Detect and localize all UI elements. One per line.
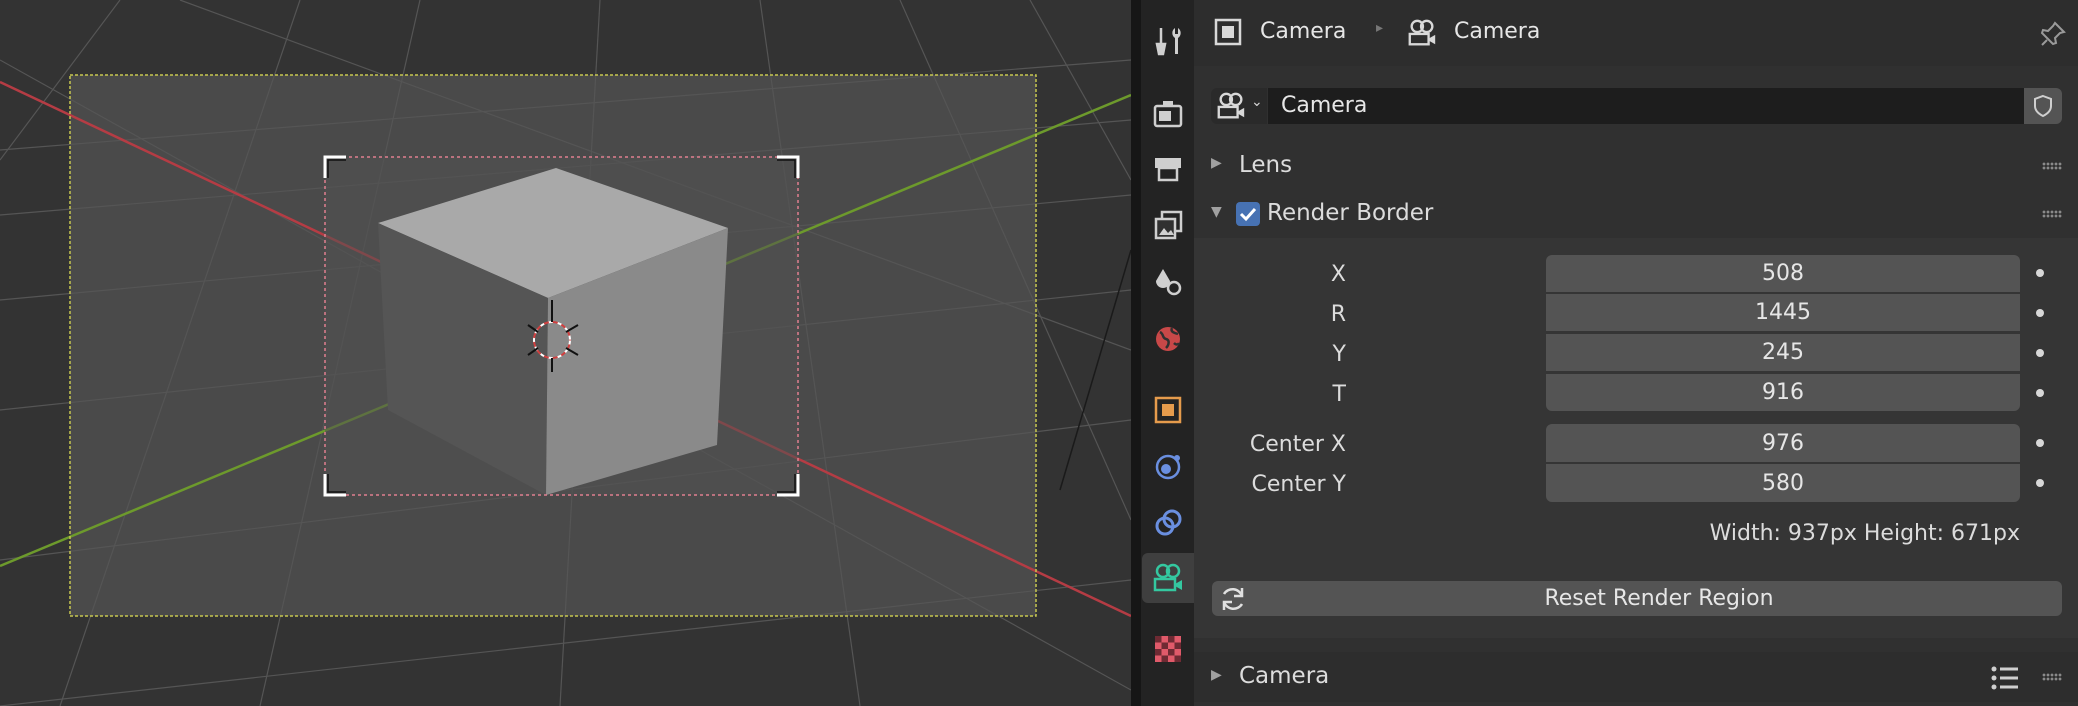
camera-data-icon <box>1217 92 1245 119</box>
camera-name-field[interactable]: Camera <box>1268 88 2024 124</box>
world-icon <box>1156 327 1181 351</box>
camera-panel-label: Camera <box>1239 663 1330 689</box>
keyframe-dot-icon[interactable] <box>2036 309 2044 317</box>
physics-icon <box>1155 454 1181 480</box>
field-label-r: R <box>1330 302 1346 327</box>
3d-viewport[interactable] <box>0 0 1131 706</box>
scene-tab[interactable] <box>1142 257 1194 307</box>
keyframe-dot-icon[interactable] <box>2036 269 2044 277</box>
border-r-field[interactable]: 1445 <box>1546 294 2020 331</box>
keyframe-dot-icon[interactable] <box>2036 389 2044 397</box>
border-t-field[interactable]: 916 <box>1546 374 2020 411</box>
tool-icon <box>1155 28 1181 56</box>
field-label-center-y: Center Y <box>1251 472 1346 497</box>
field-label-center-x: Center X <box>1249 432 1346 457</box>
viewport-scene <box>0 0 1131 706</box>
drag-handle-icon[interactable] <box>2042 210 2062 218</box>
expand-arrow-icon: ▶ <box>1211 667 1222 683</box>
texture-tab[interactable] <box>1142 624 1194 674</box>
scene-icon <box>1156 269 1182 296</box>
field-label-t: T <box>1332 382 1346 407</box>
breadcrumb-separator-icon: ▸ <box>1376 20 1384 36</box>
render-icon <box>1153 101 1183 128</box>
texture-icon <box>1155 636 1181 662</box>
drag-handle-icon[interactable] <box>2042 673 2062 681</box>
view-layer-icon <box>1154 210 1183 240</box>
reset-region-icon-cell[interactable] <box>1212 581 1256 616</box>
lens-panel-header[interactable]: ▶ Lens <box>1194 144 2078 188</box>
keyframe-dot-icon[interactable] <box>2036 479 2044 487</box>
reset-render-region-button[interactable]: Reset Render Region <box>1256 581 2062 616</box>
breadcrumb-data-name: Camera <box>1454 19 1541 44</box>
checkmark-icon <box>1239 207 1257 222</box>
camera-data-icon <box>1408 19 1436 46</box>
camera-name-value: Camera <box>1281 93 1368 118</box>
camera-panel-header[interactable]: ▶ Camera <box>1194 652 2078 702</box>
output-tab[interactable] <box>1142 143 1194 193</box>
render-border-checkbox[interactable] <box>1236 202 1260 226</box>
object-tab[interactable] <box>1142 385 1194 435</box>
camera-data-icon <box>1153 563 1182 592</box>
center-y-field[interactable]: 580 <box>1546 464 2020 502</box>
properties-header: Camera ▸ Camera <box>1194 0 2078 66</box>
center-x-field[interactable]: 976 <box>1546 424 2020 462</box>
world-tab[interactable] <box>1142 314 1194 364</box>
field-label-x: X <box>1330 262 1346 287</box>
area-splitter[interactable] <box>1131 0 1141 706</box>
drag-handle-icon[interactable] <box>2042 162 2062 170</box>
lens-panel-label: Lens <box>1239 152 1293 178</box>
expand-arrow-icon: ▶ <box>1211 155 1222 171</box>
refresh-icon <box>1222 587 1244 611</box>
render-size-text: Width: 937px Height: 671px <box>1709 521 2020 546</box>
object-icon <box>1214 18 1242 46</box>
render-border-panel-label: Render Border <box>1267 200 1434 226</box>
shield-icon <box>2034 94 2052 118</box>
camera-browse-button[interactable]: ⌄ <box>1211 88 1267 124</box>
keyframe-dot-icon[interactable] <box>2036 349 2044 357</box>
render-border-panel-header[interactable]: ▼ Render Border <box>1194 192 2078 238</box>
output-icon <box>1155 158 1181 182</box>
border-y-field[interactable]: 245 <box>1546 334 2020 371</box>
fake-user-button[interactable] <box>2024 88 2062 124</box>
properties-editor: Camera ▸ Camera ⌄ Camera ▶ Lens ▼ Render… <box>1194 0 2078 706</box>
chevron-down-icon: ⌄ <box>1251 94 1263 110</box>
render-tab[interactable] <box>1142 88 1194 138</box>
border-x-field[interactable]: 508 <box>1546 255 2020 292</box>
camera-data-tab[interactable] <box>1142 553 1194 603</box>
keyframe-dot-icon[interactable] <box>2036 439 2044 447</box>
object-icon <box>1154 396 1182 424</box>
physics-tab[interactable] <box>1142 441 1194 491</box>
constraints-icon <box>1155 509 1182 536</box>
view-layer-tab[interactable] <box>1142 200 1194 250</box>
collapse-arrow-icon: ▼ <box>1211 204 1222 220</box>
field-label-y: Y <box>1332 342 1346 367</box>
breadcrumb-object-name: Camera <box>1260 19 1347 44</box>
properties-tab-bar <box>1141 0 1194 706</box>
constraints-tab[interactable] <box>1142 498 1194 548</box>
pin-icon[interactable] <box>2039 20 2067 48</box>
presets-list-icon[interactable] <box>1990 665 2020 691</box>
tool-tab[interactable] <box>1142 17 1194 67</box>
